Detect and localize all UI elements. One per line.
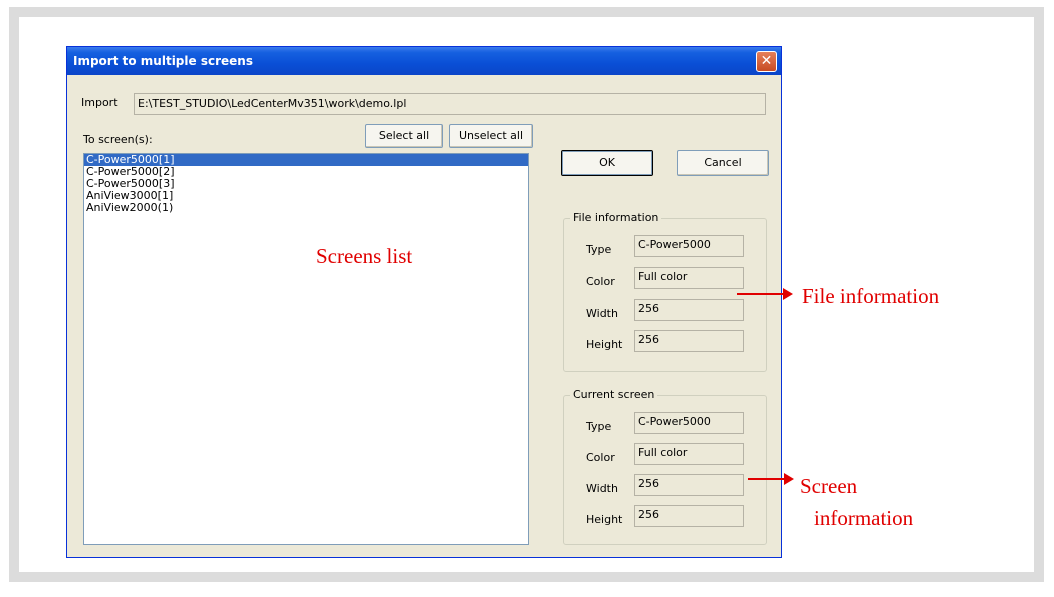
screens-list-annotation: Screens list	[316, 244, 413, 268]
unselect-all-button[interactable]: Unselect all	[449, 124, 533, 148]
screen-type-field: C-Power5000	[634, 412, 744, 434]
import-path-field: E:\TEST_STUDIO\LedCenterMv351\work\demo.…	[134, 93, 766, 115]
current-screen-group: Current screen Type C-Power5000 Color Fu…	[563, 388, 767, 545]
ok-button[interactable]: OK	[561, 150, 653, 176]
file-information-title: File information	[570, 211, 662, 224]
to-screens-label: To screen(s):	[83, 133, 153, 146]
file-height-field: 256	[634, 330, 744, 352]
screen-information-annotation-line1: Screen	[800, 474, 858, 498]
screen-information-annotation-line2: information	[814, 506, 914, 530]
screen-height-field: 256	[634, 505, 744, 527]
dialog-titlebar: Import to multiple screens	[67, 47, 781, 75]
file-width-field: 256	[634, 299, 744, 321]
screen-width-label: Width	[586, 482, 618, 495]
screen-height-label: Height	[586, 513, 623, 526]
file-information-annotation: File information	[802, 284, 940, 308]
screen-type-label: Type	[586, 420, 612, 433]
current-screen-title: Current screen	[570, 388, 658, 401]
file-height-label: Height	[586, 338, 623, 351]
list-item[interactable]: AniView2000(1)	[84, 202, 528, 214]
import-label: Import	[81, 96, 118, 109]
screens-listbox[interactable]: C-Power5000[1] C-Power5000[2] C-Power500…	[83, 153, 529, 545]
file-color-field: Full color	[634, 267, 744, 289]
file-width-label: Width	[586, 307, 618, 320]
close-icon[interactable]: ✕	[756, 51, 777, 72]
file-information-arrow	[737, 288, 793, 300]
import-dialog: Import to multiple screens ✕ Import E:\T…	[66, 46, 782, 558]
file-color-label: Color	[586, 275, 615, 288]
screen-color-label: Color	[586, 451, 615, 464]
cancel-button[interactable]: Cancel	[677, 150, 769, 176]
file-information-group: File information Type C-Power5000 Color …	[563, 211, 767, 372]
file-type-field: C-Power5000	[634, 235, 744, 257]
screen-information-arrow	[748, 473, 794, 485]
dialog-title: Import to multiple screens	[73, 54, 253, 68]
select-all-button[interactable]: Select all	[365, 124, 443, 148]
screen-color-field: Full color	[634, 443, 744, 465]
screen-width-field: 256	[634, 474, 744, 496]
file-type-label: Type	[586, 243, 612, 256]
